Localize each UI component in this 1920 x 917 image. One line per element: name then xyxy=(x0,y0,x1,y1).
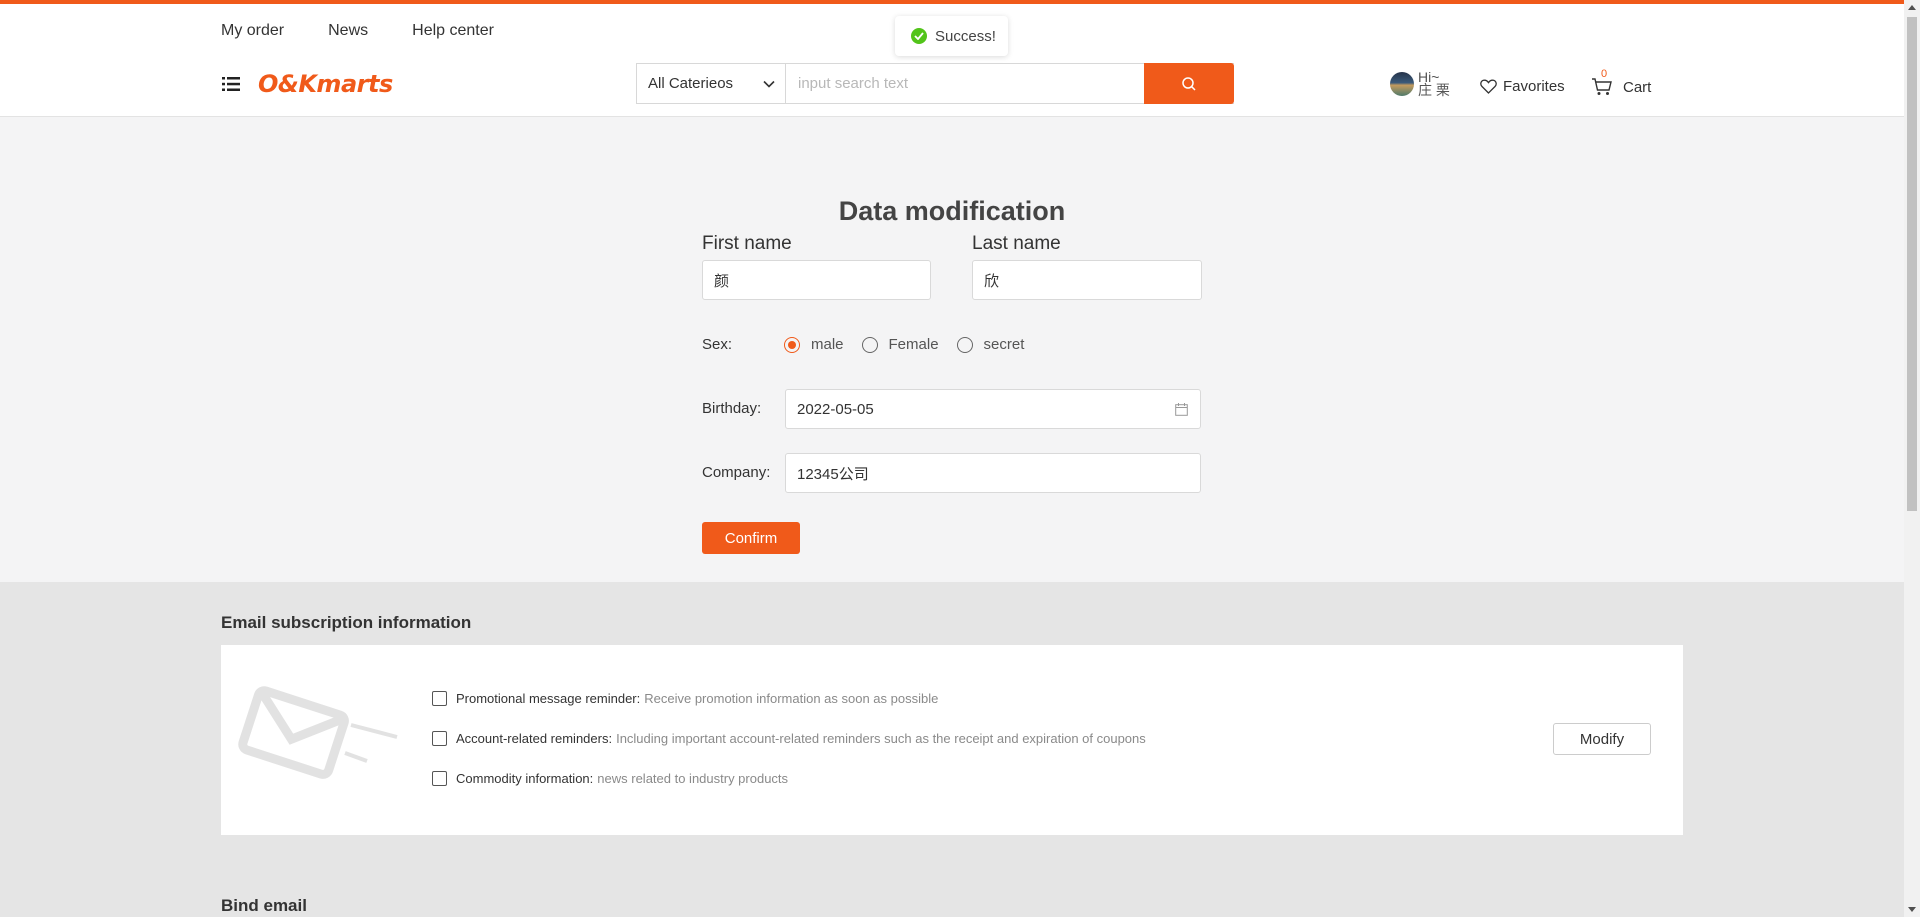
sex-radio-group: male Female secret xyxy=(784,336,1042,353)
first-name-field[interactable]: 颜 xyxy=(702,260,931,300)
user-name: 庄 栗 xyxy=(1418,82,1450,98)
site-logo[interactable]: O&Kmarts xyxy=(258,70,393,98)
favorites-label: Favorites xyxy=(1503,78,1565,95)
last-name-value: 欣 xyxy=(984,272,1000,290)
category-select[interactable]: All Caterieos xyxy=(637,64,786,103)
subscription-name: Account-related reminders: xyxy=(456,731,613,746)
sex-option-label: male xyxy=(811,336,844,353)
radio-female[interactable] xyxy=(861,336,878,353)
company-label: Company: xyxy=(702,464,771,481)
scroll-down-arrow-icon[interactable] xyxy=(1908,907,1916,912)
sex-option-label: Female xyxy=(888,336,939,353)
page-title: Data modification xyxy=(838,196,1066,226)
envelope-icon xyxy=(238,686,398,779)
subscription-item-commodity: Commodity information: news related to i… xyxy=(432,771,788,786)
radio-secret[interactable] xyxy=(956,336,973,353)
check-circle-icon xyxy=(911,28,927,44)
nav-news[interactable]: News xyxy=(328,22,368,40)
menu-list-icon[interactable] xyxy=(222,76,240,92)
cart-icon xyxy=(1592,78,1612,95)
success-toast: Success! xyxy=(895,16,1008,56)
cart-count-badge: 0 xyxy=(1601,68,1608,80)
account-checkbox[interactable] xyxy=(432,731,447,746)
scroll-up-arrow-icon[interactable] xyxy=(1908,5,1916,10)
top-nav: My order News Help center xyxy=(221,22,494,40)
category-select-value: All Caterieos xyxy=(648,75,734,92)
subscription-desc: news related to industry products xyxy=(597,771,789,786)
first-name-value: 颜 xyxy=(714,272,730,290)
sex-option-secret[interactable]: secret xyxy=(956,336,1025,353)
search-button[interactable] xyxy=(1144,63,1234,104)
toast-text: Success! xyxy=(935,27,996,45)
first-name-label: First name xyxy=(702,233,792,254)
email-subscription-card: Promotional message reminder: Receive pr… xyxy=(221,645,1683,835)
email-subscription-title: Email subscription information xyxy=(221,613,472,632)
chevron-down-icon xyxy=(763,80,775,88)
search-bar: All Caterieos xyxy=(636,63,1234,104)
last-name-label: Last name xyxy=(972,233,1061,254)
company-field[interactable]: 12345公司 xyxy=(785,453,1201,493)
search-icon xyxy=(1182,76,1196,91)
favorites-link[interactable]: Favorites xyxy=(1480,78,1565,95)
subscription-name: Commodity information: xyxy=(456,771,594,786)
nav-help-center[interactable]: Help center xyxy=(412,22,494,40)
subscription-item-account: Account-related reminders: Including imp… xyxy=(432,731,1146,746)
cart-label: Cart xyxy=(1623,78,1652,96)
sex-option-female[interactable]: Female xyxy=(861,336,939,353)
subscription-item-promotional: Promotional message reminder: Receive pr… xyxy=(432,691,938,706)
last-name-field[interactable]: 欣 xyxy=(972,260,1202,300)
search-input[interactable] xyxy=(786,64,1144,103)
avatar[interactable] xyxy=(1390,72,1414,96)
promotional-checkbox[interactable] xyxy=(432,691,447,706)
modify-button[interactable]: Modify xyxy=(1553,723,1651,755)
birthday-value: 2022-05-05 xyxy=(797,400,874,418)
radio-male[interactable] xyxy=(784,336,800,353)
page-scrollbar[interactable] xyxy=(1904,0,1920,917)
calendar-icon xyxy=(1175,402,1188,416)
nav-my-order[interactable]: My order xyxy=(221,22,284,40)
subscription-desc: Including important account-related remi… xyxy=(616,731,1146,746)
confirm-button[interactable]: Confirm xyxy=(702,522,800,554)
cart-icon-wrap: 0 xyxy=(1591,68,1613,96)
scrollbar-thumb[interactable] xyxy=(1907,17,1917,511)
subscription-name: Promotional message reminder: xyxy=(456,691,641,706)
heart-icon xyxy=(1480,79,1497,94)
sex-option-male[interactable]: male xyxy=(784,336,844,353)
user-greeting: Hi~ 庄 栗 xyxy=(1418,70,1450,98)
sex-option-label: secret xyxy=(983,336,1025,353)
cart-link[interactable]: 0 Cart xyxy=(1591,68,1652,96)
birthday-date-picker[interactable]: 2022-05-05 xyxy=(785,389,1201,429)
sex-label: Sex: xyxy=(702,336,733,353)
subscription-desc: Receive promotion information as soon as… xyxy=(644,691,939,706)
birthday-label: Birthday: xyxy=(702,400,762,417)
commodity-checkbox[interactable] xyxy=(432,771,447,786)
company-value: 12345公司 xyxy=(797,465,869,483)
user-menu[interactable]: Hi~ 庄 栗 xyxy=(1390,70,1450,98)
bind-email-title: Bind email xyxy=(221,896,307,915)
